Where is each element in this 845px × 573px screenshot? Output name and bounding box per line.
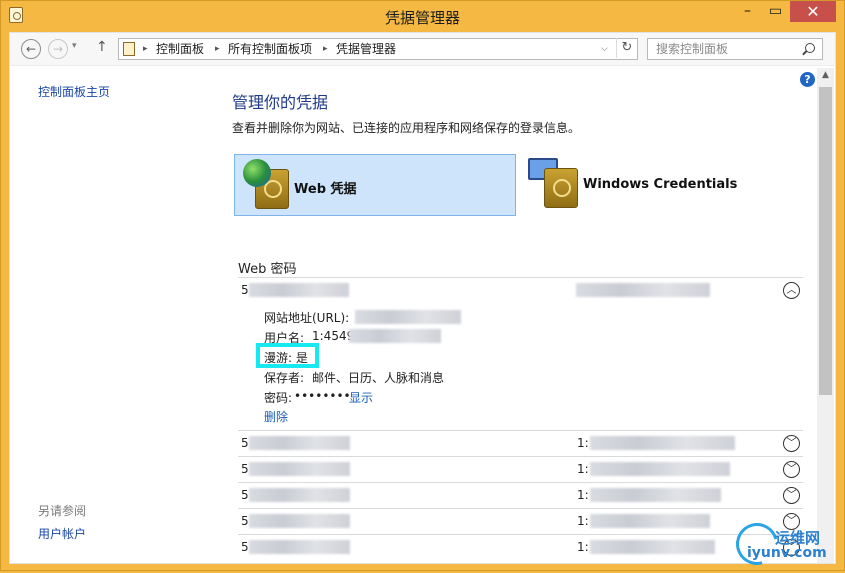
show-password-link[interactable]: 显示	[349, 389, 373, 406]
credential-row[interactable]: 5 1: ﹀	[238, 483, 803, 509]
globe-icon	[243, 159, 271, 187]
navigation-bar: ← → ▾ ↑ ▸ 控制面板 ▸ 所有控制面板项 ▸ 凭据管理器 ⌵ ↻ 搜索控…	[9, 32, 836, 65]
credential-user-prefix: 1:	[577, 436, 589, 450]
redacted-text	[576, 283, 710, 297]
expand-icon[interactable]: ﹀	[783, 461, 800, 478]
redacted-text	[590, 488, 721, 502]
address-bar[interactable]: ▸ 控制面板 ▸ 所有控制面板项 ▸ 凭据管理器 ⌵ ↻	[118, 38, 638, 60]
watermark-en: iyunv.com	[747, 545, 827, 561]
search-icon[interactable]	[805, 43, 815, 53]
address-dropdown[interactable]: ⌵	[601, 39, 608, 59]
redacted-text	[355, 310, 461, 324]
username-prefix: 1:4549	[312, 329, 355, 343]
credential-name-prefix: 5	[241, 436, 249, 450]
credential-name-prefix: 5	[241, 514, 249, 528]
credential-row[interactable]: 5 1: ﹀	[238, 509, 803, 535]
watermark-logo: 运维网 iyunv.com	[728, 513, 841, 573]
credential-user-prefix: 1:	[577, 488, 589, 502]
page-subtitle: 查看并删除你为网站、已连接的应用程序和网络保存的登录信息。	[232, 121, 581, 135]
redacted-text	[590, 436, 735, 450]
expand-icon[interactable]: ﹀	[783, 487, 800, 504]
redacted-text	[249, 488, 350, 502]
scroll-thumb[interactable]	[819, 87, 832, 395]
credential-name-prefix: 5	[241, 462, 249, 476]
help-icon[interactable]: ?	[800, 72, 815, 87]
window-title: 凭据管理器	[384, 9, 460, 27]
redacted-text	[249, 283, 349, 297]
redacted-text	[249, 436, 350, 450]
expand-icon[interactable]: ﹀	[783, 435, 800, 452]
redacted-text	[249, 514, 350, 528]
redacted-text	[590, 514, 710, 528]
password-label: 密码:	[264, 391, 293, 405]
maximize-button[interactable]: ▭	[762, 1, 789, 22]
breadcrumb-all-items[interactable]: 所有控制面板项	[228, 39, 312, 59]
minimize-button[interactable]: –	[734, 1, 761, 22]
control-panel-home-link[interactable]: 控制面板主页	[38, 83, 110, 100]
title-bar[interactable]: 凭据管理器 – ▭ ✕	[1, 1, 844, 32]
close-button[interactable]: ✕	[790, 1, 836, 22]
breadcrumb-separator[interactable]: ▸	[143, 39, 148, 59]
credential-name-prefix[interactable]: 5	[241, 283, 249, 297]
up-button[interactable]: ↑	[96, 39, 108, 55]
search-placeholder: 搜索控制面板	[656, 42, 729, 56]
windows-credentials-label: Windows Credentials	[583, 177, 738, 192]
refresh-button[interactable]: ↻	[616, 38, 637, 58]
vault-icon	[544, 168, 578, 208]
window: 凭据管理器 – ▭ ✕ ← → ▾ ↑ ▸ 控制面板 ▸ 所有控制面板项 ▸ 凭…	[0, 0, 845, 573]
page-title: 管理你的凭据	[232, 93, 329, 112]
divider	[238, 277, 803, 278]
saved-by-label: 保存者:	[264, 371, 305, 385]
back-button[interactable]: ←	[21, 39, 41, 59]
vertical-scrollbar[interactable]: ▲	[817, 68, 834, 563]
recent-locations-dropdown[interactable]: ▾	[72, 41, 77, 51]
password-mask: ••••••••	[294, 389, 351, 403]
web-credentials-tile[interactable]: Web 凭据	[234, 154, 516, 216]
delete-credential-link[interactable]: 删除	[264, 408, 288, 425]
user-accounts-link[interactable]: 用户帐户	[38, 525, 86, 542]
redacted-text	[349, 329, 441, 343]
credential-user-prefix: 1:	[577, 462, 589, 476]
credential-row[interactable]: 5 1: ﹀	[238, 457, 803, 483]
credential-user-prefix: 1:	[577, 514, 589, 528]
redacted-text	[249, 540, 350, 554]
breadcrumb-credential-manager[interactable]: 凭据管理器	[336, 39, 396, 59]
breadcrumb-control-panel[interactable]: 控制面板	[156, 39, 204, 59]
saved-by-value: 邮件、日历、人脉和消息	[312, 371, 445, 385]
highlight-box	[256, 343, 319, 368]
credential-name-prefix: 5	[241, 488, 249, 502]
control-panel-icon	[123, 42, 135, 56]
scroll-up-arrow[interactable]: ▲	[817, 70, 834, 80]
see-also-heading: 另请参阅	[38, 504, 87, 518]
breadcrumb-separator[interactable]: ▸	[215, 39, 220, 59]
search-input[interactable]: 搜索控制面板	[647, 38, 823, 60]
credential-user-prefix: 1:	[577, 540, 589, 554]
web-passwords-heading: Web 密码	[238, 262, 297, 277]
sidebar: 控制面板主页 另请参阅 用户帐户	[10, 66, 220, 563]
credential-row[interactable]: 5 1: ﹀	[238, 535, 803, 561]
redacted-text	[249, 462, 350, 476]
web-credentials-label: Web 凭据	[294, 182, 357, 197]
credential-row[interactable]: 5 1: ﹀	[238, 431, 803, 457]
content-area: 控制面板主页 另请参阅 用户帐户 ? ▲ 管理你的凭据 查看并删除你为网站、已连…	[9, 65, 836, 564]
redacted-text	[590, 462, 730, 476]
forward-button[interactable]: →	[48, 39, 68, 59]
breadcrumb-separator[interactable]: ▸	[323, 39, 328, 59]
redacted-text	[590, 540, 715, 554]
windows-credentials-tile[interactable]: Windows Credentials	[524, 154, 804, 216]
url-label: 网站地址(URL):	[264, 311, 350, 325]
collapse-icon[interactable]: ︿	[783, 282, 800, 299]
credential-name-prefix: 5	[241, 540, 249, 554]
